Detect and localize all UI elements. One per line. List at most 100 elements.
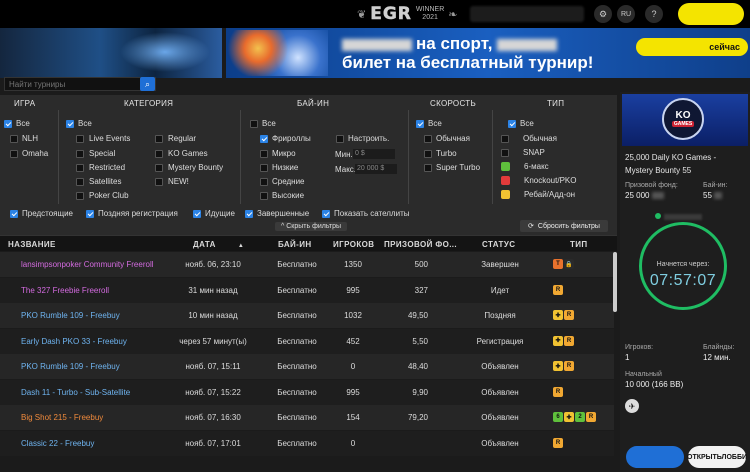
table-row[interactable]: Dash 11 - Turbo - Sub-Satellite нояб. 07,… [0,379,614,405]
status-finished[interactable]: Завершенные [245,209,309,218]
reset-filters-label: Сбросить фильтры [537,222,600,230]
checkbox[interactable] [424,134,432,143]
table-row[interactable]: Classic 22 - Freebuy нояб. 07, 17:01 Беспл… [0,430,614,456]
register-button[interactable] [626,446,684,468]
checkbox[interactable] [501,134,509,143]
speed-option-regular[interactable]: Обычная [424,134,470,143]
type-option-snap[interactable]: SNAP [501,148,545,157]
checkbox[interactable] [76,134,84,143]
checkbox[interactable] [4,119,12,128]
checkbox[interactable] [10,149,18,158]
checkbox[interactable] [508,119,516,128]
col-date[interactable]: ДАТА ▲ [193,240,244,249]
gear-icon[interactable]: ⚙ [594,5,612,23]
checkbox[interactable] [76,177,84,186]
buyin-option-all[interactable]: Все [250,119,276,128]
col-name[interactable]: НАЗВАНИЕ [8,240,56,249]
language-button[interactable]: RU [617,5,635,23]
help-button[interactable]: ? [645,5,663,23]
table-row[interactable]: Big Shot 215 - Freebuy нояб. 07, 16:30 Бес… [0,405,614,430]
buyin-option-low[interactable]: Низкие [260,163,298,172]
checkbox[interactable] [424,163,432,172]
col-type[interactable]: ТИП [570,240,588,249]
checkbox[interactable] [155,177,163,186]
checkbox[interactable] [86,209,94,218]
category-poker-club[interactable]: Poker Club [76,191,129,200]
checkbox[interactable] [260,149,268,158]
checkbox[interactable] [10,209,18,218]
table-row[interactable]: The 327 Freebie Freeroll 31 мин назад Бесп… [0,277,614,303]
checkbox[interactable] [76,191,84,200]
category-ko-games[interactable]: KO Games [155,149,208,158]
category-restricted[interactable]: Restricted [76,163,125,172]
table-row[interactable]: PKO Rumble 109 - Freebuy 10 мин назад Бесп… [0,303,614,328]
type-option-all[interactable]: Все [508,119,534,128]
table-row[interactable]: lansimpsonpoker Community Freeroll нояб. … [0,252,614,277]
speed-option-all[interactable]: Все [416,119,442,128]
buyin-option-medium[interactable]: Средние [260,177,305,186]
game-option-omaha[interactable]: Omaha [10,149,48,158]
game-option-all[interactable]: Все [4,119,30,128]
checkbox[interactable] [76,163,84,172]
buyin-max-input[interactable]: 20 000 $ [355,164,397,174]
col-players[interactable]: ИГРОКОВ [333,240,374,249]
type-option-rebuy[interactable]: Ребай/Адд-он [501,190,575,199]
col-prize[interactable]: ПРИЗОВОЙ ФО... [384,240,457,249]
checkbox[interactable] [260,134,268,143]
search-icon[interactable]: ⌕ [140,77,155,91]
checkbox[interactable] [424,149,432,158]
open-lobby-button[interactable]: ОТКРЫТЬЛОББИ [687,446,747,468]
table-row[interactable]: Early Dash PKO 33 - Freebuy через 57 мину… [0,328,614,354]
category-new[interactable]: NEW! [155,177,189,186]
checkbox[interactable] [10,134,18,143]
checkbox[interactable] [193,209,201,218]
checkbox[interactable] [76,149,84,158]
type-option-six-max[interactable]: 6-макс [501,162,549,171]
speed-option-turbo[interactable]: Turbo [424,149,457,158]
speed-option-super-turbo[interactable]: Super Turbo [424,163,480,172]
category-regular[interactable]: Regular [155,134,196,143]
category-satellites[interactable]: Satellites [76,177,121,186]
checkbox[interactable] [260,191,268,200]
checkbox[interactable] [66,119,74,128]
buyin-custom[interactable]: Настроить. [336,134,389,143]
status-upcoming[interactable]: Предстоящие [10,209,73,218]
checkbox[interactable] [245,209,253,218]
table-scrollbar[interactable] [613,252,617,312]
col-buyin[interactable]: БАЙ-ИН [278,240,312,249]
checkbox[interactable] [250,119,258,128]
type-option-regular[interactable]: Обычная [501,134,557,143]
promo-banner-left[interactable] [0,28,222,78]
buyin-option-high[interactable]: Высокие [260,191,304,200]
game-option-nlh[interactable]: NLH [10,134,38,143]
checkbox[interactable] [260,163,268,172]
banner-cta-button[interactable]: сейчас [636,38,748,56]
tournament-search-input[interactable] [4,77,156,91]
category-special[interactable]: Special [76,149,115,158]
status-show-satellites[interactable]: Показать сателлиты [322,209,409,218]
checkbox[interactable] [416,119,424,128]
col-status[interactable]: СТАТУС [482,240,515,249]
checkbox[interactable] [155,163,163,172]
type-option-knockout[interactable]: Knockout/PKO [501,176,576,185]
reset-filters-button[interactable]: ⟳ Сбросить фильтры [520,220,608,232]
status-late-reg[interactable]: Поздняя регистрация [86,209,178,218]
status-running[interactable]: Идущие [193,209,235,218]
buyin-min-input[interactable]: 0 $ [353,149,395,159]
checkbox[interactable] [260,177,268,186]
hide-filters-button[interactable]: ^ Скрыть фильтры [275,222,348,231]
join-button[interactable] [678,3,744,25]
category-live-events[interactable]: Live Events [76,134,130,143]
account-info[interactable] [470,6,584,22]
checkbox[interactable] [155,149,163,158]
category-option-all[interactable]: Все [66,119,92,128]
tournament-type-icons: R [553,284,563,295]
table-row[interactable]: PKO Rumble 109 - Freebuy нояб. 07, 15:11 Б… [0,354,614,379]
checkbox[interactable] [155,134,163,143]
buyin-option-micro[interactable]: Микро [260,149,296,158]
checkbox[interactable] [322,209,330,218]
category-mystery-bounty[interactable]: Mystery Bounty [155,163,223,172]
checkbox[interactable] [336,134,344,143]
checkbox[interactable] [501,148,509,157]
buyin-option-freerolls[interactable]: Фрироллы [260,134,311,143]
